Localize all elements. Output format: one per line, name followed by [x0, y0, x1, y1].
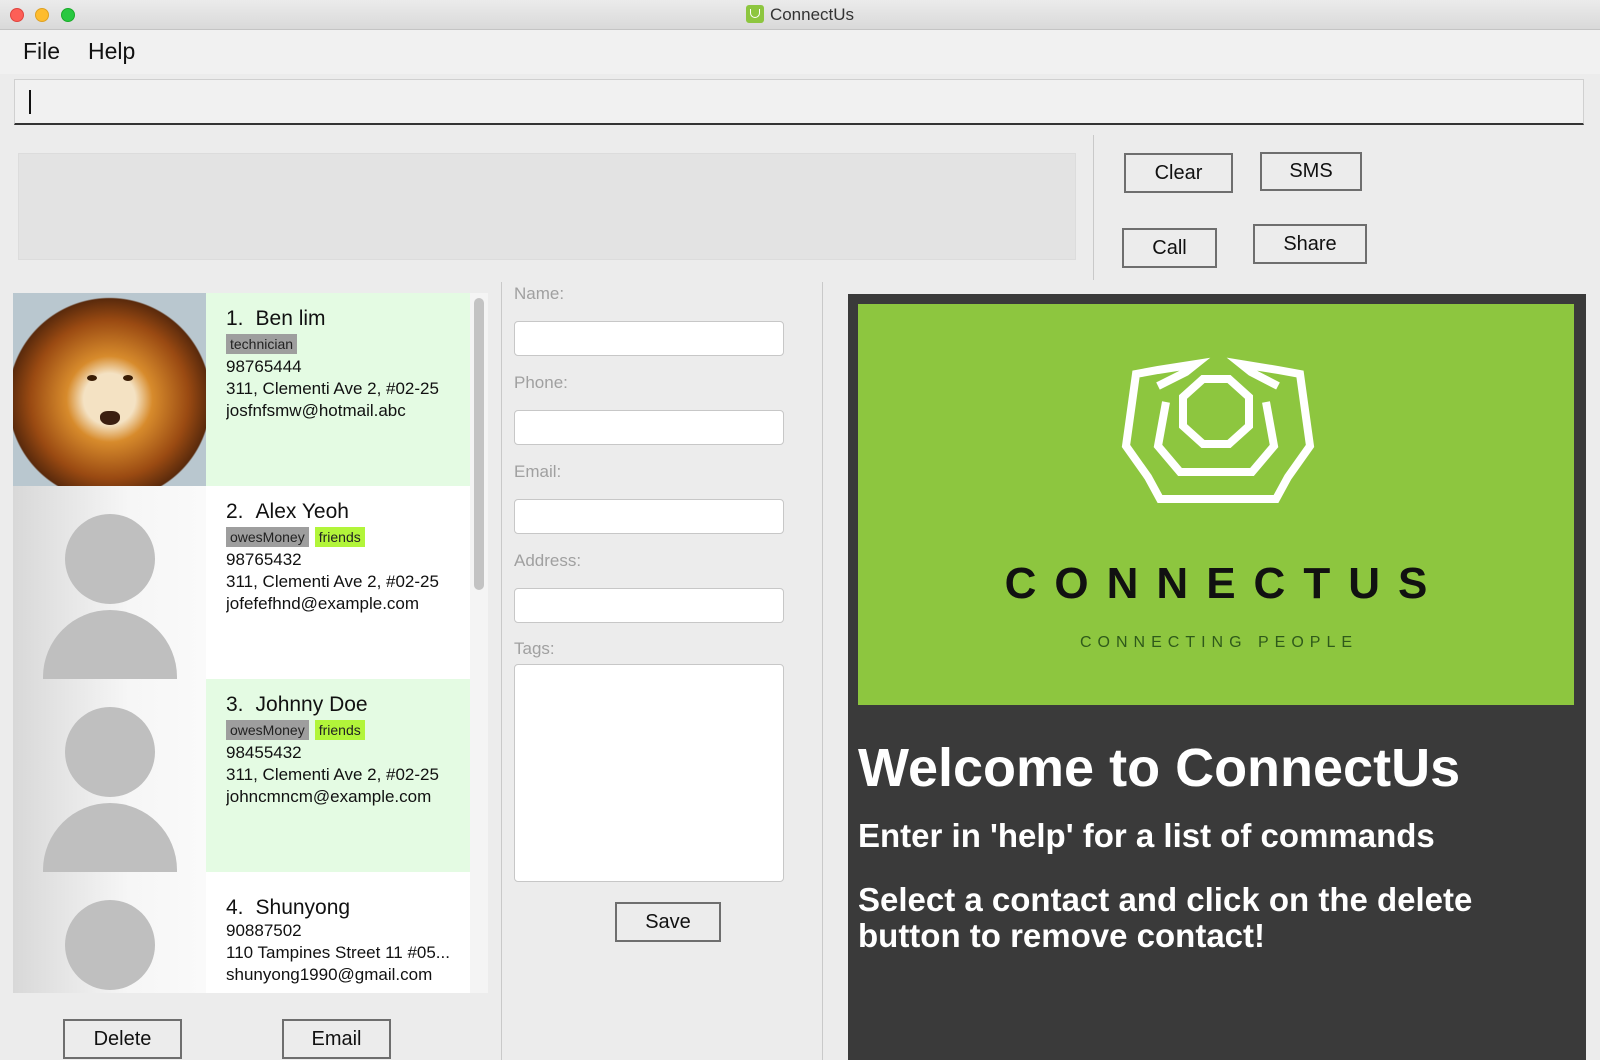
- person-card[interactable]: 3. Johnny Doe owesMoney friends 98455432 3…: [13, 679, 470, 872]
- person-index: 3.: [226, 693, 244, 716]
- person-info: 4. Shunyong 90887502 110 Tampines Street …: [226, 896, 461, 986]
- person-name-line: 3. Johnny Doe: [226, 693, 461, 717]
- share-button[interactable]: Share: [1253, 224, 1367, 264]
- person-tags: owesMoney friends: [226, 720, 461, 742]
- result-display: [18, 153, 1076, 260]
- person-name-line: 1. Ben lim: [226, 307, 461, 331]
- phone-field[interactable]: [514, 410, 784, 445]
- tag: owesMoney: [226, 527, 309, 547]
- welcome-panel: CONNECTUS CONNECTING PEOPLE Welcome to C…: [848, 294, 1586, 1060]
- person-email: jofefefhnd@example.com: [226, 594, 420, 613]
- email-field[interactable]: [514, 499, 784, 534]
- divider: [501, 282, 502, 1060]
- menu-help[interactable]: Help: [88, 38, 135, 65]
- tag: technician: [226, 334, 298, 354]
- phone-label: Phone:: [514, 373, 568, 392]
- person-index: 4.: [226, 896, 244, 919]
- menu-bar: File Help: [0, 30, 1600, 74]
- person-phone: 98765432: [226, 550, 302, 569]
- person-info: 2. Alex Yeoh owesMoney friends 98765432 31…: [226, 500, 461, 615]
- person-name: Johnny Doe: [255, 693, 368, 716]
- connectus-logo: CONNECTUS CONNECTING PEOPLE: [858, 304, 1574, 705]
- lion-eye-right: [123, 375, 133, 381]
- command-input[interactable]: [14, 79, 1584, 125]
- person-list[interactable]: 1. Ben lim technician 98765444 311, Cleme…: [13, 293, 470, 993]
- tag: friends: [314, 720, 365, 740]
- lion-eye-left: [87, 375, 97, 381]
- welcome-delete-text: Select a contact and click on the delete…: [858, 881, 1473, 954]
- address-field[interactable]: [514, 588, 784, 623]
- save-button[interactable]: Save: [615, 902, 721, 942]
- person-name-line: 2. Alex Yeoh: [226, 500, 461, 524]
- welcome-title: Welcome to ConnectUs: [858, 738, 1461, 798]
- person-card[interactable]: 2. Alex Yeoh owesMoney friends 98765432 31…: [13, 486, 470, 679]
- title-bar: ConnectUs: [0, 0, 1600, 30]
- email-label: Email:: [514, 462, 562, 481]
- person-name-line: 4. Shunyong: [226, 896, 461, 920]
- tag: friends: [314, 527, 365, 547]
- tag: owesMoney: [226, 720, 309, 740]
- window-title: ConnectUs: [769, 5, 855, 24]
- divider: [1093, 135, 1094, 280]
- name-label: Name:: [514, 284, 565, 303]
- sms-button[interactable]: SMS: [1260, 152, 1362, 191]
- menu-file[interactable]: File: [23, 38, 60, 65]
- person-index: 2.: [226, 500, 244, 523]
- person-name: Alex Yeoh: [255, 500, 349, 523]
- person-name: Ben lim: [255, 307, 326, 330]
- person-email: josfnfsmw@hotmail.abc: [226, 401, 406, 420]
- person-card[interactable]: 1. Ben lim technician 98765444 311, Cleme…: [13, 293, 470, 486]
- person-tags: owesMoney friends: [226, 527, 461, 549]
- person-phone: 98455432: [226, 743, 302, 762]
- list-scrollbar-thumb[interactable]: [474, 298, 484, 590]
- text-caret: [29, 90, 31, 114]
- divider: [822, 282, 823, 1060]
- person-email: johncmncm@example.com: [226, 787, 432, 806]
- person-name: Shunyong: [255, 896, 351, 919]
- window-title-wrap: ConnectUs: [0, 5, 1600, 25]
- person-address: 110 Tampines Street 11 #05...: [226, 943, 450, 962]
- welcome-help-text: Enter in 'help' for a list of commands: [858, 817, 1435, 854]
- delete-button[interactable]: Delete: [63, 1019, 182, 1059]
- logo-wordmark: CONNECTUS: [1004, 559, 1446, 608]
- name-field[interactable]: [514, 321, 784, 356]
- address-label: Address:: [514, 551, 582, 570]
- email-button[interactable]: Email: [282, 1019, 391, 1059]
- person-address: 311, Clementi Ave 2, #02-25: [226, 572, 439, 591]
- lion-nose: [100, 411, 120, 425]
- logo-tagline: CONNECTING PEOPLE: [1079, 634, 1359, 651]
- call-button[interactable]: Call: [1122, 228, 1217, 268]
- tags-field[interactable]: [514, 664, 784, 882]
- person-index: 1.: [226, 307, 244, 330]
- default-avatar-icon: [13, 679, 206, 872]
- person-info: 3. Johnny Doe owesMoney friends 98455432 3…: [226, 693, 461, 808]
- default-avatar-icon: [13, 872, 206, 993]
- person-address: 311, Clementi Ave 2, #02-25: [226, 765, 439, 784]
- app-icon: [745, 5, 764, 23]
- person-address: 311, Clementi Ave 2, #02-25: [226, 379, 439, 398]
- clear-button[interactable]: Clear: [1124, 153, 1233, 193]
- person-phone: 90887502: [226, 921, 302, 940]
- person-info: 1. Ben lim technician 98765444 311, Cleme…: [226, 307, 461, 422]
- person-card[interactable]: 4. Shunyong 90887502 110 Tampines Street …: [13, 872, 470, 993]
- tags-label: Tags:: [514, 639, 555, 658]
- person-phone: 98765444: [226, 357, 302, 376]
- avatar: [13, 293, 206, 486]
- default-avatar-icon: [13, 486, 206, 679]
- person-tags: technician: [226, 334, 461, 356]
- person-email: shunyong1990@gmail.com: [226, 965, 433, 984]
